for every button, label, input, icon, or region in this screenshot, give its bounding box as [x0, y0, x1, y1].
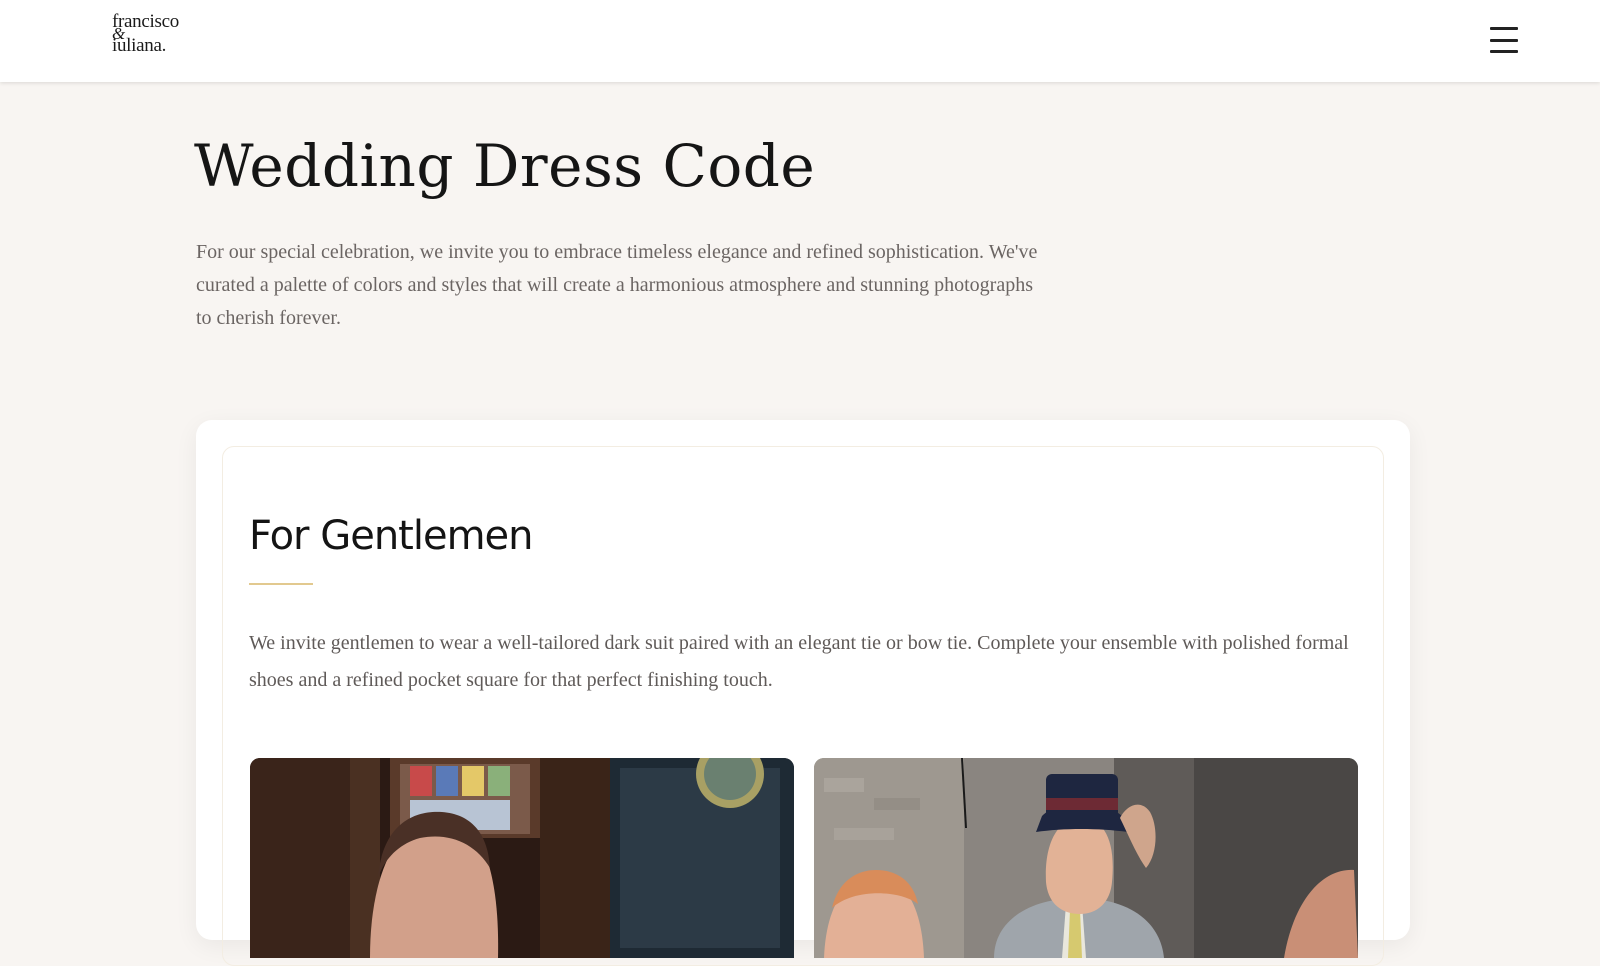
menu-bar-top: [1490, 27, 1518, 30]
menu-bar-bottom: [1490, 50, 1518, 53]
gentleman-photo-suit: [250, 758, 794, 958]
menu-bar-middle: [1490, 38, 1518, 42]
gentleman-photo-hat: [814, 758, 1358, 958]
page-title: Wedding Dress Code: [194, 132, 816, 200]
gentlemen-dress-code-card: For Gentlemen We invite gentlemen to wea…: [196, 420, 1410, 966]
couple-logo[interactable]: francisco & iuliana.: [112, 11, 202, 56]
logo-line-1: francisco: [112, 11, 179, 32]
logo-line-3: iuliana.: [112, 35, 167, 56]
intro-paragraph: For our special celebration, we invite y…: [196, 241, 1038, 329]
section-title: For Gentlemen: [249, 513, 534, 559]
section-description: We invite gentlemen to wear a well-tailo…: [249, 632, 1349, 691]
top-navigation-bar: francisco & iuliana.: [0, 0, 1600, 82]
card-inner-frame: For Gentlemen We invite gentlemen to wea…: [222, 446, 1384, 966]
hamburger-menu-icon[interactable]: [1486, 22, 1522, 58]
section-divider: [249, 583, 313, 585]
